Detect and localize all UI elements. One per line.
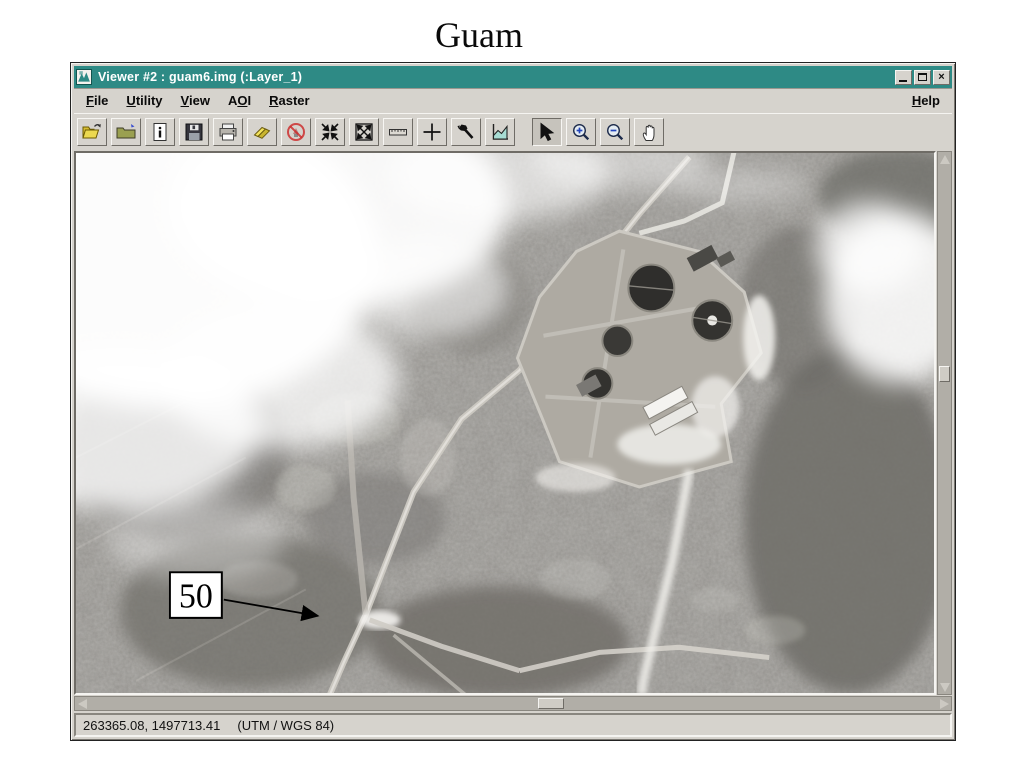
close-button[interactable]: × — [933, 69, 950, 85]
image-info-icon — [153, 123, 167, 141]
erase-icon — [253, 126, 271, 139]
pointer-icon — [540, 122, 555, 142]
print-icon — [219, 123, 237, 141]
aerial-image[interactable]: 50 — [76, 153, 934, 693]
scroll-right-button[interactable] — [937, 697, 951, 710]
window-title: Viewer #2 : guam6.img (:Layer_1) — [98, 70, 303, 84]
scroll-left-button[interactable] — [75, 697, 89, 710]
vertical-scroll-thumb[interactable] — [939, 366, 950, 383]
scroll-up-button[interactable] — [938, 152, 951, 166]
horizontal-scroll-track[interactable] — [89, 697, 937, 710]
page: Guam Viewer #2 : guam6.img (:Layer_1) × … — [0, 0, 1024, 768]
scroll-down-button[interactable] — [938, 680, 951, 694]
page-title: Guam — [435, 15, 523, 55]
viewer-window: Viewer #2 : guam6.img (:Layer_1) × File U… — [70, 62, 956, 741]
open-folder-icon — [116, 124, 136, 139]
erase-button[interactable] — [247, 118, 277, 146]
menu-item-view[interactable]: View — [172, 90, 219, 111]
vertical-scroll-track[interactable] — [938, 166, 951, 680]
app-icon — [76, 69, 92, 85]
menu-bar: File Utility View AOI Raster Help — [74, 88, 952, 114]
menu-item-utility[interactable]: Utility — [117, 90, 171, 111]
measure-icon — [389, 129, 407, 136]
cursor-coordinates: 263365.08, 1497713.41 — [83, 717, 221, 733]
pan-icon — [642, 124, 655, 141]
fit-to-frame-button[interactable] — [315, 118, 345, 146]
horizontal-scroll-thumb[interactable] — [538, 698, 565, 709]
zoom-in-icon — [572, 123, 590, 141]
pointer-button[interactable] — [532, 118, 562, 146]
clear-button[interactable] — [281, 118, 311, 146]
save-icon — [185, 123, 203, 141]
profile-icon — [492, 124, 508, 140]
zoom-out-icon — [606, 123, 624, 141]
titlebar[interactable]: Viewer #2 : guam6.img (:Layer_1) × — [74, 66, 952, 88]
profile-button[interactable] — [485, 118, 515, 146]
pan-button[interactable] — [634, 118, 664, 146]
arrow-down-icon — [939, 682, 950, 692]
measure-button[interactable] — [383, 118, 413, 146]
zoom-out-button[interactable] — [600, 118, 630, 146]
maximize-icon — [918, 73, 927, 81]
open-image-icon — [82, 124, 101, 139]
toolbar — [74, 114, 952, 151]
maximize-button[interactable] — [914, 69, 931, 85]
menu-item-aoi[interactable]: AOI — [219, 90, 260, 111]
zoom-extent-icon — [355, 123, 373, 141]
annotation-label: 50 — [179, 577, 213, 615]
image-canvas[interactable]: 50 — [74, 151, 936, 695]
image-info-button[interactable] — [145, 118, 175, 146]
open-folder-button[interactable] — [111, 118, 141, 146]
print-button[interactable] — [213, 118, 243, 146]
fit-to-frame-icon — [321, 123, 339, 141]
menu-item-raster[interactable]: Raster — [260, 90, 318, 111]
tools-button[interactable] — [451, 118, 481, 146]
viewport-row: 50 — [74, 151, 952, 695]
arrow-right-icon — [939, 698, 949, 709]
save-button[interactable] — [179, 118, 209, 146]
crosshair-icon — [423, 123, 441, 141]
open-image-button[interactable] — [77, 118, 107, 146]
close-icon: × — [938, 70, 945, 83]
menu-item-help[interactable]: Help — [903, 90, 949, 111]
zoom-extent-button[interactable] — [349, 118, 379, 146]
status-bar: 263365.08, 1497713.41 (UTM / WGS 84) — [74, 713, 952, 737]
tools-icon — [457, 124, 474, 139]
vertical-scrollbar[interactable] — [937, 151, 952, 695]
minimize-icon — [899, 79, 907, 82]
zoom-in-button[interactable] — [566, 118, 596, 146]
projection-label: (UTM / WGS 84) — [237, 717, 335, 733]
clear-icon — [287, 123, 305, 141]
horizontal-scrollbar[interactable] — [74, 696, 952, 711]
menu-item-file[interactable]: File — [77, 90, 117, 111]
minimize-button[interactable] — [895, 69, 912, 85]
arrow-up-icon — [939, 154, 950, 164]
arrow-left-icon — [77, 698, 87, 709]
crosshair-button[interactable] — [417, 118, 447, 146]
window-controls: × — [895, 69, 950, 85]
